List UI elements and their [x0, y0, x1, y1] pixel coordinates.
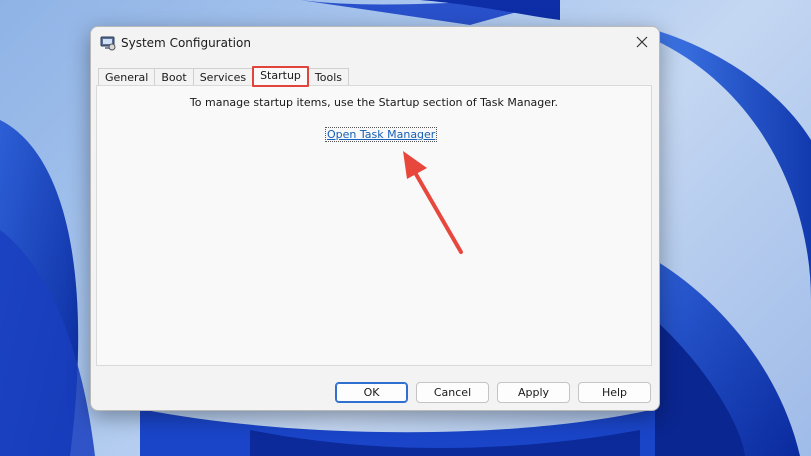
tab-tools[interactable]: Tools [307, 68, 350, 86]
tab-general[interactable]: General [98, 68, 156, 86]
startup-instruction-text: To manage startup items, use the Startup… [189, 96, 559, 109]
ok-button[interactable]: OK [335, 382, 408, 403]
system-config-icon [100, 36, 116, 51]
tab-boot[interactable]: Boot [154, 68, 194, 86]
title-bar[interactable]: System Configuration [91, 27, 659, 61]
tab-services[interactable]: Services [192, 68, 254, 86]
cancel-button[interactable]: Cancel [416, 382, 489, 403]
open-task-manager-link[interactable]: Open Task Manager [324, 127, 438, 142]
dialog-button-row: OK Cancel Apply Help [335, 382, 651, 403]
help-button[interactable]: Help [578, 382, 651, 403]
system-configuration-window: System Configuration General Boot Servic… [90, 26, 660, 411]
tab-startup[interactable]: Startup [252, 66, 309, 87]
close-button[interactable] [625, 27, 659, 57]
apply-button[interactable]: Apply [497, 382, 570, 403]
startup-tab-panel: To manage startup items, use the Startup… [96, 85, 652, 366]
tab-strip: General Boot Services Startup Tools [98, 66, 350, 87]
window-title: System Configuration [121, 36, 251, 50]
close-icon [636, 36, 648, 48]
